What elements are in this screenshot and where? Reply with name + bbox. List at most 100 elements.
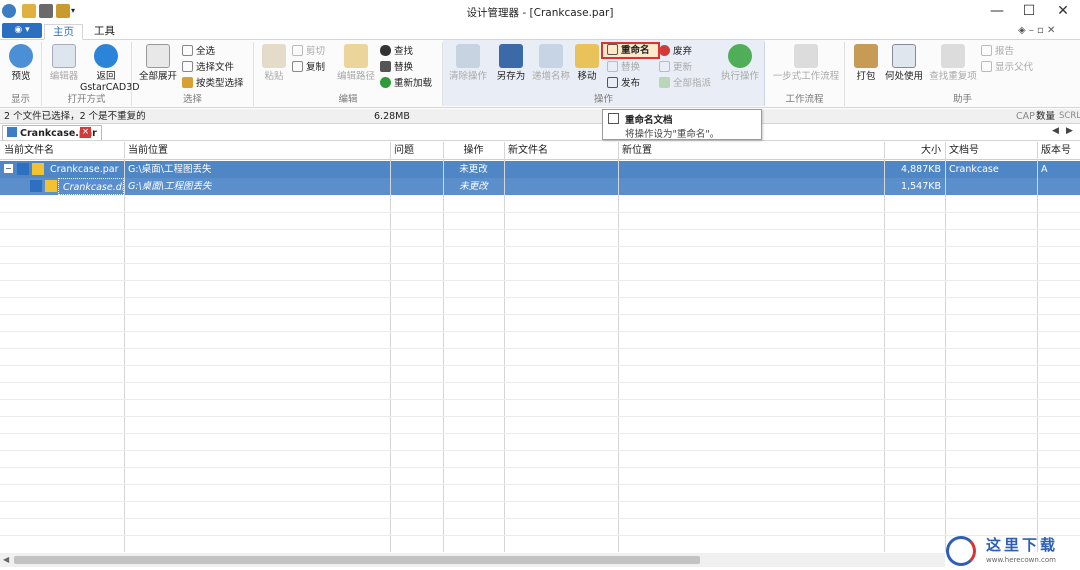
scrollbar-thumb[interactable]	[14, 556, 700, 564]
group-label-select: 选择	[182, 94, 202, 105]
rename-tooltip-icon	[608, 113, 619, 124]
execute-arrow-icon	[728, 44, 752, 68]
ribbon-tab-bar: ◉ ▾ 主页 工具 ◈ – ▫ ✕	[0, 22, 1080, 40]
editor-icon	[52, 44, 76, 68]
group-workflow: 一步式工作流程 工作流程	[765, 42, 845, 106]
group-edit: 粘贴 剪切 复制 编辑路径 查找 替换 重新加载 编辑	[254, 42, 443, 106]
where-used-button[interactable]: 何处使用	[883, 44, 925, 82]
column-header-current-name[interactable]: 当前文件名	[0, 142, 124, 160]
paste-button[interactable]: 粘贴	[258, 44, 290, 82]
column-header-new-name[interactable]: 新文件名	[504, 142, 618, 160]
report-button[interactable]: 报告	[981, 45, 1014, 59]
maximize-button[interactable]: ☐	[1012, 0, 1046, 22]
copy-icon	[292, 61, 303, 72]
num-indicator: 数量	[1036, 111, 1056, 122]
row2-current-location: G:\桌面\工程图丢失	[128, 181, 212, 192]
scroll-left-arrow-icon[interactable]: ◀	[3, 555, 9, 564]
column-header-current-location[interactable]: 当前位置	[124, 142, 390, 160]
caps-indicator: CAP	[1016, 111, 1035, 122]
grid-row-line	[0, 280, 1080, 281]
where-used-icon	[892, 44, 916, 68]
group-label-operate: 操作	[593, 94, 613, 105]
watermark-swirl-icon	[946, 536, 976, 566]
tooltip-description: 将操作设为"重命名"。	[625, 129, 720, 140]
reload-button[interactable]: 重新加载	[380, 77, 432, 91]
grid-row-line	[0, 535, 1080, 536]
workflow-icon	[794, 44, 818, 68]
one-step-workflow-button[interactable]: 一步式工作流程	[769, 44, 843, 82]
column-separator	[945, 142, 946, 552]
grid-row-line	[0, 297, 1080, 298]
column-header-issue[interactable]: 问题	[390, 142, 443, 160]
publish-button[interactable]: 发布	[607, 77, 640, 91]
preview-button[interactable]: 预览	[4, 44, 38, 82]
replace-doc-icon	[607, 61, 618, 72]
execute-operation-button[interactable]: 执行操作	[717, 44, 763, 82]
row1-revision: A	[1041, 164, 1048, 175]
group-select: 全部展开 全选 选择文件 按类型选择 选择	[132, 42, 254, 106]
application-menu-button[interactable]: ◉ ▾	[2, 23, 42, 38]
column-header-action[interactable]: 操作	[443, 142, 504, 160]
save-as-button[interactable]: 另存为	[494, 44, 528, 82]
rename-button[interactable]: 重命名	[607, 44, 650, 58]
increment-name-button[interactable]: 递增名称	[529, 44, 573, 82]
tab-home[interactable]: 主页	[44, 24, 83, 40]
column-header-new-location[interactable]: 新位置	[618, 142, 884, 160]
folder-edit-icon	[344, 44, 368, 68]
close-button[interactable]: ✕	[1046, 0, 1080, 22]
find-button[interactable]: 查找	[380, 45, 413, 59]
show-parent-button[interactable]: 显示父代	[981, 61, 1033, 75]
tab-tools[interactable]: 工具	[86, 24, 123, 40]
discard-button[interactable]: 废弃	[659, 45, 692, 59]
cut-button[interactable]: 剪切	[292, 45, 325, 59]
grid-row-line	[0, 467, 1080, 468]
back-gstarcad-button[interactable]: 返回 GstarCAD3D	[80, 44, 140, 93]
lock-icon	[45, 180, 57, 192]
find-duplicates-button[interactable]: 查找重复项	[927, 44, 979, 82]
watermark-text: 这里下载	[986, 536, 1059, 554]
close-tab-button[interactable]: ×	[80, 127, 91, 138]
row1-doc-number: Crankcase	[949, 164, 999, 175]
design-manager-window: ▾ 设计管理器 - [Crankcase.par] — ☐ ✕ ◉ ▾ 主页 工…	[0, 0, 1080, 570]
group-helper: 打包 何处使用 查找重复项 报告 显示父代 助手	[845, 42, 1080, 106]
replace-icon	[380, 61, 391, 72]
column-header-size[interactable]: 大小	[884, 142, 945, 160]
grid-row-line	[0, 348, 1080, 349]
select-file-button[interactable]: 选择文件	[182, 61, 234, 75]
help-icons[interactable]: ◈ – ▫ ✕	[1018, 25, 1055, 36]
column-header-revision[interactable]: 版本号	[1037, 142, 1080, 160]
grid-row-line	[0, 229, 1080, 230]
grid-row-line	[0, 212, 1080, 213]
assign-all-button[interactable]: 全部指派	[659, 77, 711, 91]
replace-button[interactable]: 替换	[380, 61, 413, 75]
scroll-tabs-left-icon[interactable]: ◀	[1052, 126, 1059, 136]
clear-operation-button[interactable]: 清除操作	[446, 44, 490, 82]
move-button[interactable]: 移动	[573, 44, 601, 82]
expand-all-button[interactable]: 全部展开	[136, 44, 180, 82]
column-separator	[443, 142, 444, 552]
grid-row-line	[0, 484, 1080, 485]
editor-button[interactable]: 编辑器	[44, 44, 84, 82]
collapse-toggle-icon[interactable]: −	[4, 164, 13, 173]
tree-icon	[146, 44, 170, 68]
select-all-button[interactable]: 全选	[182, 45, 215, 59]
copy-button[interactable]: 复制	[292, 61, 325, 75]
horizontal-scrollbar[interactable]: ◀	[0, 553, 945, 567]
grid-row-line	[0, 501, 1080, 502]
minimize-button[interactable]: —	[980, 0, 1014, 22]
column-header-doc-number[interactable]: 文档号	[945, 142, 1037, 160]
column-separator	[124, 142, 125, 552]
scroll-tabs-right-icon[interactable]: ▶	[1066, 126, 1073, 136]
lock-icon	[32, 163, 44, 175]
watermark-logo: 这里下载 www.herecown.com	[946, 534, 1076, 568]
select-by-type-button[interactable]: 按类型选择	[182, 77, 244, 91]
show-parent-icon	[981, 61, 992, 72]
edit-path-button[interactable]: 编辑路径	[334, 44, 378, 82]
replace-operation-button[interactable]: 替换	[607, 61, 640, 75]
ribbon: 预览 显示 编辑器 返回 GstarCAD3D 打开方式 全部展开 全选 选择文…	[0, 40, 1080, 108]
pack-button[interactable]: 打包	[851, 44, 881, 82]
selection-count-text: 2 个文件已选择，2 个是不重复的	[4, 111, 146, 122]
publish-icon	[607, 77, 618, 88]
grid-row-line	[0, 382, 1080, 383]
update-button[interactable]: 更新	[659, 61, 692, 75]
